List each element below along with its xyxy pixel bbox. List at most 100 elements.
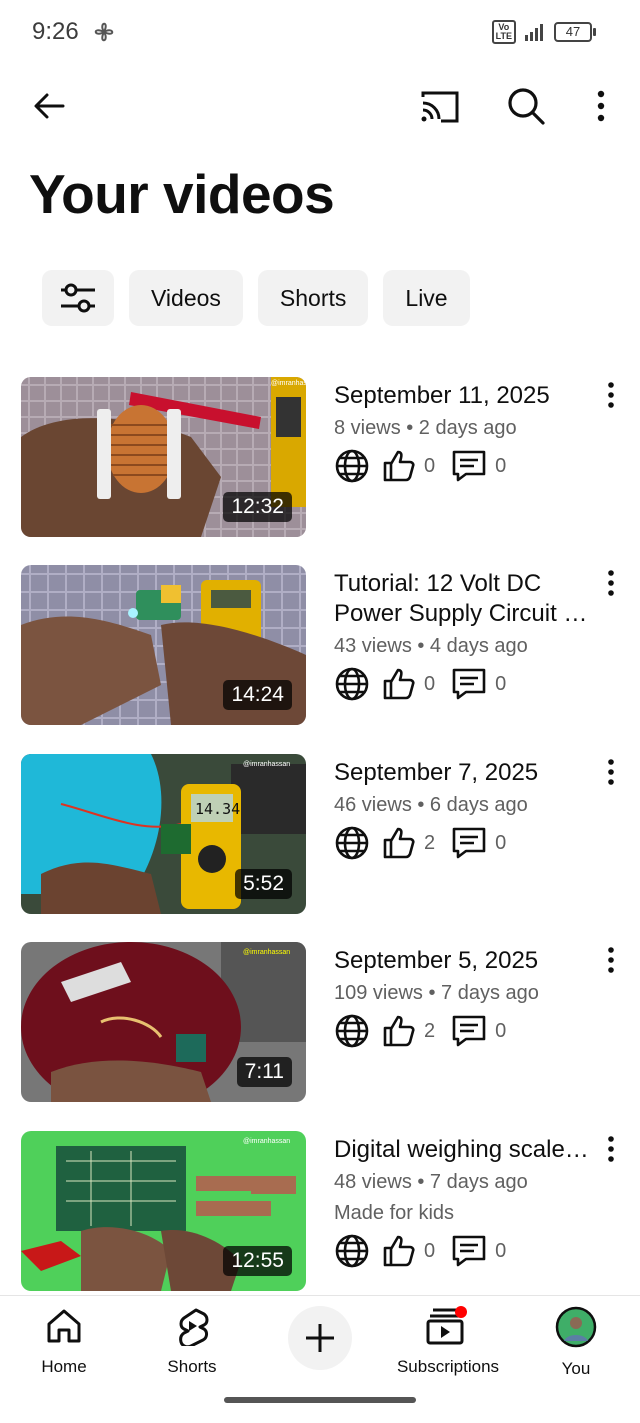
comment-icon <box>452 668 486 700</box>
thumbs-up-icon <box>383 450 415 482</box>
video-duration: 12:55 <box>223 1246 292 1276</box>
cast-button[interactable] <box>416 83 464 129</box>
thumbs-up-icon <box>383 1015 415 1047</box>
meter-reading: 14.34 <box>195 800 240 818</box>
video-thumbnail[interactable]: @imranhassan 7:11 <box>21 942 306 1102</box>
video-stats: 0 0 <box>334 448 596 484</box>
nav-home-label: Home <box>41 1357 87 1376</box>
globe-icon <box>335 1014 369 1048</box>
more-vertical-icon <box>597 90 605 122</box>
like-count: 2 <box>424 831 436 854</box>
comment-icon <box>452 1015 486 1047</box>
chip-videos[interactable]: Videos <box>129 270 243 326</box>
home-indicator[interactable] <box>224 1397 416 1403</box>
create-button[interactable] <box>288 1306 352 1370</box>
video-more-icon[interactable] <box>604 381 618 409</box>
like-count: 2 <box>424 1019 436 1042</box>
comment-icon <box>452 450 486 482</box>
video-meta: 8 views • 2 days ago <box>334 417 517 439</box>
status-bar: 9:26 Vo LTE 47 <box>0 0 640 64</box>
video-more-icon[interactable] <box>604 569 618 597</box>
filter-settings-button[interactable] <box>42 270 114 326</box>
globe-icon <box>335 667 369 701</box>
comment-count: 0 <box>495 1239 507 1262</box>
video-duration: 14:24 <box>223 680 292 710</box>
volte-line2: LTE <box>495 31 512 41</box>
video-thumbnail[interactable]: @imranhassan 12:32 <box>21 377 306 537</box>
video-duration: 5:52 <box>235 869 292 899</box>
globe-icon <box>335 1234 369 1268</box>
video-info: Digital weighing scale… 48 views • 7 day… <box>334 1135 596 1269</box>
back-button[interactable] <box>26 83 72 129</box>
comment-icon <box>452 1235 486 1267</box>
nav-shorts[interactable]: Shorts <box>128 1306 256 1377</box>
video-title[interactable]: Digital weighing scale… <box>334 1135 596 1165</box>
sliders-icon <box>61 283 95 313</box>
video-more-icon[interactable] <box>604 946 618 974</box>
nav-you[interactable]: You <box>512 1306 640 1379</box>
comment-count: 0 <box>495 672 507 695</box>
video-thumbnail[interactable]: @imranhassan 12:55 <box>21 1131 306 1291</box>
status-time: 9:26 <box>32 18 79 45</box>
video-item[interactable]: @imranhassan 7:11 September 5, 2025 109 … <box>0 942 640 1107</box>
video-title[interactable]: Tutorial: 12 Volt DC Power Supply Circui… <box>334 569 596 629</box>
more-options-button[interactable] <box>586 83 616 129</box>
video-stats: 0 0 <box>334 666 596 702</box>
video-item[interactable]: @imranhassan 12:55 Digital weighing scal… <box>0 1131 640 1296</box>
chip-live[interactable]: Live <box>383 270 470 326</box>
video-info: Tutorial: 12 Volt DC Power Supply Circui… <box>334 569 596 702</box>
video-thumbnail[interactable]: 14:24 <box>21 565 306 725</box>
arrow-left-icon <box>34 93 65 119</box>
top-app-bar <box>0 70 640 140</box>
cast-icon <box>421 91 459 123</box>
fan-icon <box>94 22 114 42</box>
video-meta: 48 views • 7 days ago <box>334 1171 528 1193</box>
video-item[interactable]: 14:24 Tutorial: 12 Volt DC Power Supply … <box>0 565 640 730</box>
nav-home[interactable]: Home <box>0 1306 128 1377</box>
volte-icon: Vo LTE <box>491 20 516 44</box>
thumb-watermark: @imranhassan <box>243 1138 290 1145</box>
search-icon <box>508 88 545 125</box>
thumbs-up-icon <box>383 1235 415 1267</box>
video-info: September 7, 2025 46 views • 6 days ago … <box>334 758 596 861</box>
nav-shorts-label: Shorts <box>167 1357 217 1376</box>
video-meta: 46 views • 6 days ago <box>334 794 528 816</box>
globe-icon <box>335 449 369 483</box>
bottom-navigation: Home Shorts Subscriptions You <box>0 1295 640 1423</box>
like-count: 0 <box>424 454 436 477</box>
video-stats: 2 0 <box>334 1013 596 1049</box>
video-duration: 7:11 <box>236 1057 292 1087</box>
thumb-watermark: @imranhassan <box>243 949 290 956</box>
comment-count: 0 <box>495 1019 507 1042</box>
home-icon <box>47 1309 81 1343</box>
comment-count: 0 <box>495 454 507 477</box>
thumb-watermark: @imranhassan <box>243 761 290 768</box>
video-meta: 43 views • 4 days ago <box>334 635 528 657</box>
video-info: September 11, 2025 8 views • 2 days ago … <box>334 381 596 484</box>
filter-chips: Videos Shorts Live <box>42 270 470 326</box>
thumb-watermark: @imranhassan <box>271 380 306 387</box>
video-thumbnail[interactable]: 14.34 @imranhassan 5:52 <box>21 754 306 914</box>
nav-subscriptions[interactable]: Subscriptions <box>384 1306 512 1377</box>
avatar <box>555 1306 597 1348</box>
like-count: 0 <box>424 672 436 695</box>
nav-you-label: You <box>561 1359 591 1378</box>
thumbs-up-icon <box>383 827 415 859</box>
video-more-icon[interactable] <box>604 758 618 786</box>
video-more-icon[interactable] <box>604 1135 618 1163</box>
video-title[interactable]: September 11, 2025 <box>334 381 596 411</box>
video-item[interactable]: 14.34 @imranhassan 5:52 September 7, 202… <box>0 754 640 919</box>
globe-icon <box>335 826 369 860</box>
shorts-icon <box>179 1308 209 1349</box>
video-meta: 109 views • 7 days ago <box>334 982 539 1004</box>
video-item[interactable]: @imranhassan 12:32 September 11, 2025 8 … <box>0 377 640 542</box>
search-button[interactable] <box>502 83 550 129</box>
video-title[interactable]: September 5, 2025 <box>334 946 596 976</box>
plus-icon <box>306 1324 334 1352</box>
comment-icon <box>452 827 486 859</box>
chip-shorts[interactable]: Shorts <box>257 270 369 326</box>
video-title[interactable]: September 7, 2025 <box>334 758 596 788</box>
video-stats: 2 0 <box>334 825 596 861</box>
thumbs-up-icon <box>383 668 415 700</box>
nav-subscriptions-label: Subscriptions <box>396 1357 500 1376</box>
